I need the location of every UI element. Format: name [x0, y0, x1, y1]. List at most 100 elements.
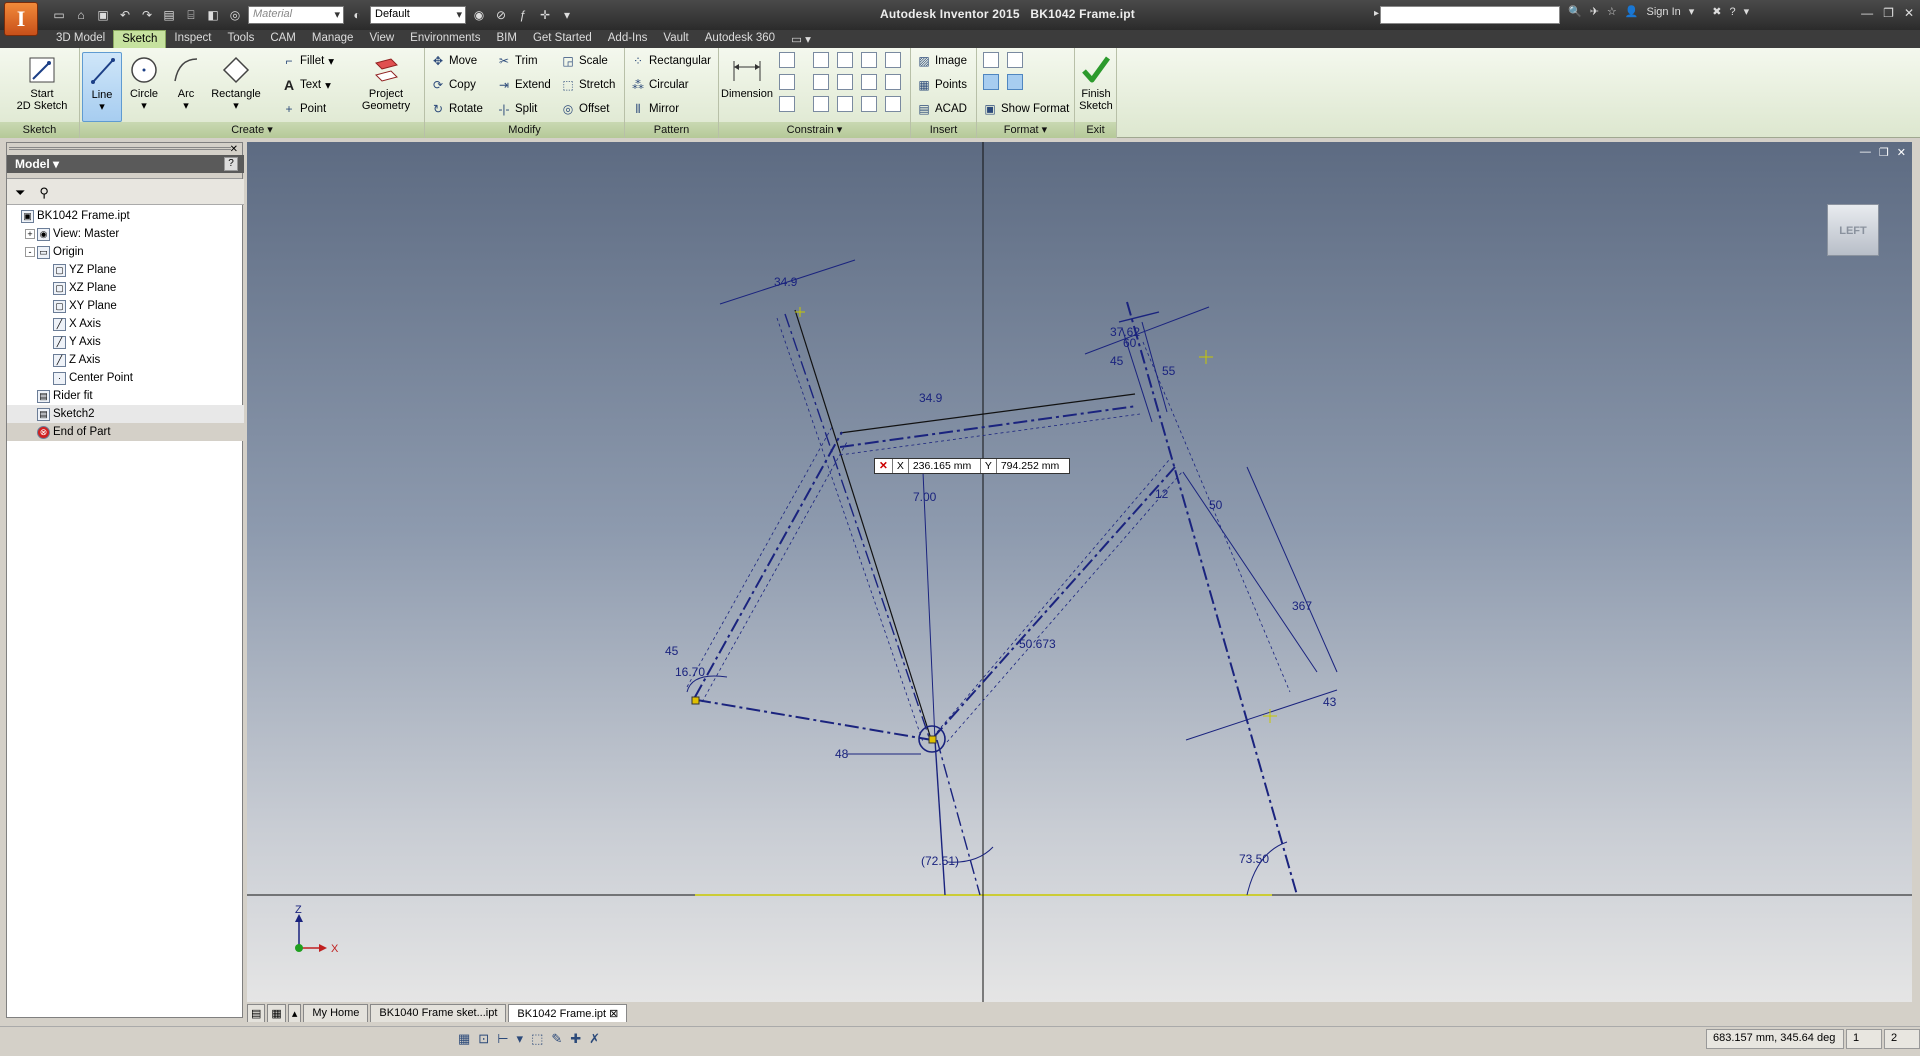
tab-list-icon[interactable]: ▴ [287, 1004, 302, 1022]
insert-points-button[interactable]: ▦ Points [917, 75, 967, 95]
tab-bim[interactable]: BIM [488, 30, 524, 48]
center-point-icon[interactable] [1007, 74, 1023, 90]
tree-node[interactable]: - ▭ Origin [7, 243, 244, 261]
tab-3d-model[interactable]: 3D Model [48, 30, 113, 48]
tab-environments[interactable]: Environments [402, 30, 488, 48]
dimension-label[interactable]: 55 [1162, 364, 1176, 378]
tree-node[interactable]: + ◉ View: Master [7, 225, 244, 243]
fix-constraint-icon[interactable] [885, 52, 901, 68]
equal-constraint-icon[interactable] [885, 96, 901, 112]
sketch-dof-icon[interactable]: ⬚ [531, 1031, 543, 1047]
automatic-dimension-icon[interactable] [779, 52, 795, 68]
collinear-constraint-icon[interactable] [837, 96, 853, 112]
favorites-icon[interactable]: ☆ [1607, 5, 1617, 18]
minimize-icon[interactable]: — [1861, 6, 1873, 20]
project-icon[interactable]: ⌸ [182, 6, 200, 24]
format-panel-label[interactable]: Format ▾ [977, 122, 1074, 138]
constrain-panel-label[interactable]: Constrain ▾ [719, 122, 910, 138]
mirror-button[interactable]: ⫴ Mirror [631, 99, 679, 119]
browser-grip[interactable] [9, 147, 231, 150]
tile-icon[interactable]: ▤ [247, 1004, 266, 1022]
tree-node[interactable]: ▣ BK1042 Frame.ipt [7, 207, 244, 225]
show-format-button[interactable]: ▣ Show Format [983, 99, 1069, 119]
application-menu-button[interactable]: I [4, 2, 38, 36]
tab-vault[interactable]: Vault [655, 30, 696, 48]
dimension-label[interactable]: 43 [1323, 695, 1337, 709]
collapse-icon[interactable]: - [25, 247, 35, 257]
fillet-button[interactable]: ⌐ Fillet ▾ [282, 51, 334, 71]
subscription-icon[interactable]: ✈ [1590, 5, 1599, 18]
filter-icon[interactable]: ⏷ [15, 185, 25, 200]
scale-button[interactable]: ◲ Scale [561, 51, 607, 71]
dimension-display-icon[interactable]: ⊢ [497, 1031, 508, 1047]
open-icon[interactable]: ⌂ [72, 6, 90, 24]
expand-icon[interactable]: + [25, 229, 35, 239]
constraint-settings-icon[interactable] [779, 96, 795, 112]
horizontal-constraint-icon[interactable] [861, 74, 877, 90]
line-button[interactable]: Line ▾ [82, 52, 122, 122]
point-button[interactable]: + Point [282, 99, 326, 119]
browser-title-dropdown[interactable]: Model ▾ [7, 155, 244, 173]
finish-sketch-button[interactable]: Finish Sketch [1075, 52, 1117, 114]
rectangle-button[interactable]: Rectangle ▾ [208, 52, 264, 114]
help-dropdown-icon[interactable]: ▾ [1744, 5, 1750, 18]
display-constraints-icon[interactable]: ⊡ [478, 1031, 489, 1047]
tab-sketch[interactable]: Sketch [113, 30, 167, 48]
save-icon[interactable]: ▣ [94, 6, 112, 24]
exchange-icon[interactable]: ✖ [1712, 5, 1721, 18]
tree-node[interactable]: ▤ Rider fit [7, 387, 244, 405]
dimension-label[interactable]: 60 [1123, 336, 1137, 350]
project-geometry-button[interactable]: Project Geometry [356, 52, 416, 114]
infer-constraints-icon[interactable]: ✚ [570, 1031, 581, 1047]
customize-icon[interactable]: ▾ [558, 6, 576, 24]
doc-tab-close-icon[interactable]: ⊠ [609, 1008, 618, 1020]
dimension-label[interactable]: (72.51) [921, 854, 959, 868]
stretch-button[interactable]: ⬚ Stretch [561, 75, 615, 95]
tree-node[interactable]: ╱ Y Axis [7, 333, 244, 351]
dimension-label[interactable]: 7.00 [913, 490, 937, 504]
move-button[interactable]: ✥ Move [431, 51, 477, 71]
tab-get-started[interactable]: Get Started [525, 30, 600, 48]
rectangular-pattern-button[interactable]: ⁘ Rectangular [631, 51, 711, 71]
symmetric-constraint-icon[interactable] [861, 96, 877, 112]
tab-view[interactable]: View [361, 30, 402, 48]
tab-autodesk-360[interactable]: Autodesk 360 [697, 30, 783, 48]
tree-node[interactable]: ▢ XY Plane [7, 297, 244, 315]
doc-tab-bk1042[interactable]: BK1042 Frame.ipt ⊠ [508, 1004, 628, 1022]
measure-icon[interactable]: ✛ [536, 6, 554, 24]
new-icon[interactable]: ▭ [50, 6, 68, 24]
doc-tab-my-home[interactable]: My Home [303, 1004, 369, 1022]
circular-pattern-button[interactable]: ⁂ Circular [631, 75, 689, 95]
insert-image-button[interactable]: ▨ Image [917, 51, 967, 71]
offset-button[interactable]: ◎ Offset [561, 99, 610, 119]
show-constraints-icon[interactable] [779, 74, 795, 90]
cascade-icon[interactable]: ▦ [267, 1004, 286, 1022]
relax-mode-icon[interactable]: ✎ [551, 1031, 562, 1047]
tree-node[interactable]: · Center Point [7, 369, 244, 387]
browser-help-icon[interactable]: ? [224, 157, 238, 171]
dimension-label[interactable]: 48 [835, 747, 849, 761]
dimension-label[interactable]: 34.9 [774, 275, 798, 289]
split-button[interactable]: -|- Split [497, 99, 537, 119]
close-icon[interactable]: ✕ [1904, 6, 1914, 20]
construction-icon[interactable] [983, 52, 999, 68]
adjust-icon[interactable]: ◉ [470, 6, 488, 24]
insert-acad-button[interactable]: ▤ ACAD [917, 99, 967, 119]
dimension-label[interactable]: 73.50 [1239, 852, 1269, 866]
sketch-grid-icon[interactable]: ▦ [458, 1031, 470, 1047]
select-icon[interactable]: ◎ [226, 6, 244, 24]
restore-icon[interactable]: ❐ [1883, 6, 1894, 20]
return-icon[interactable]: ▤ [160, 6, 178, 24]
fx-icon[interactable]: ƒ [514, 6, 532, 24]
tree-node[interactable]: ⊗ End of Part [7, 423, 244, 441]
help-search-input[interactable] [1380, 6, 1560, 24]
centerline-icon[interactable] [983, 74, 999, 90]
sign-in-button[interactable]: Sign In [1647, 6, 1681, 18]
doc-tab-bk1040[interactable]: BK1040 Frame sket...ipt [370, 1004, 507, 1022]
trim-button[interactable]: ✂ Trim [497, 51, 538, 71]
material-dropdown[interactable]: Material [248, 6, 344, 24]
browser-close-icon[interactable]: ✕ [230, 144, 238, 155]
dimension-button[interactable]: Dimension [721, 52, 773, 114]
tree-node[interactable]: ╱ Z Axis [7, 351, 244, 369]
coordinate-close-icon[interactable]: ✕ [875, 459, 893, 473]
